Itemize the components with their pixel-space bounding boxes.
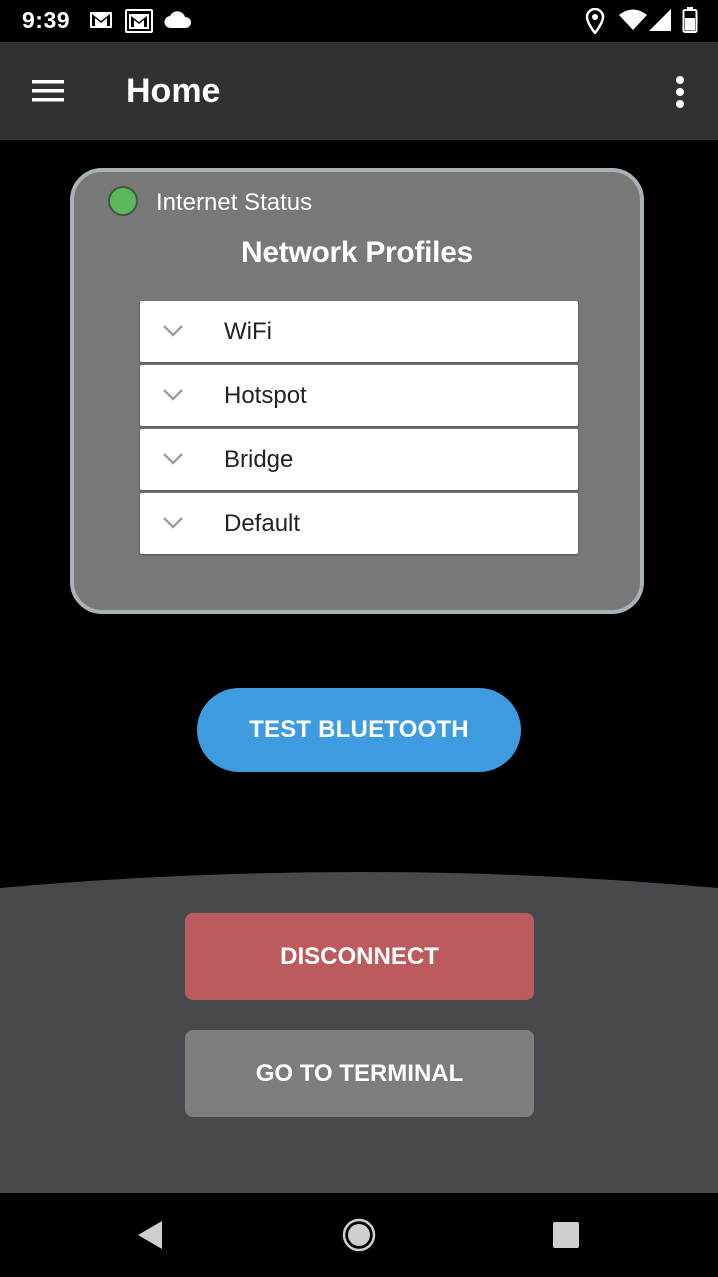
profile-list: WiFi Hotspot Bridge Default xyxy=(140,301,578,557)
chevron-down-icon xyxy=(163,389,183,401)
cloud-icon xyxy=(164,11,192,29)
recents-icon[interactable] xyxy=(552,1221,580,1249)
signal-icon xyxy=(649,9,671,31)
wifi-icon xyxy=(619,9,647,30)
battery-icon xyxy=(682,7,698,33)
chevron-down-icon xyxy=(163,453,183,465)
profile-item-bridge[interactable]: Bridge xyxy=(140,429,578,490)
home-icon[interactable] xyxy=(342,1218,376,1252)
gmail-icon xyxy=(125,9,153,33)
internet-status-indicator xyxy=(108,186,138,216)
profile-label: WiFi xyxy=(224,318,272,345)
status-time: 9:39 xyxy=(22,7,71,33)
chevron-down-icon xyxy=(163,517,183,529)
profile-item-default[interactable]: Default xyxy=(140,493,578,554)
card-title: Network Profiles xyxy=(241,236,473,269)
system-nav-bar xyxy=(0,1193,718,1277)
profile-label: Default xyxy=(224,510,301,537)
gmail-icon xyxy=(90,12,112,28)
profile-label: Hotspot xyxy=(224,382,307,409)
chevron-down-icon xyxy=(163,325,183,337)
more-vert-icon[interactable] xyxy=(668,72,692,112)
status-bar: 9:39 xyxy=(0,0,718,42)
page-title: Home xyxy=(126,72,221,110)
internet-status-label: Internet Status xyxy=(156,189,313,216)
test-bluetooth-button[interactable]: TEST BLUETOOTH xyxy=(197,688,521,772)
back-icon[interactable] xyxy=(136,1219,164,1251)
hamburger-menu-icon[interactable] xyxy=(30,77,66,105)
go-to-terminal-button[interactable]: GO TO TERMINAL xyxy=(185,1030,534,1117)
profile-item-hotspot[interactable]: Hotspot xyxy=(140,365,578,426)
location-icon xyxy=(585,8,605,34)
network-profiles-card: Internet Status Network Profiles WiFi Ho… xyxy=(70,168,644,614)
app-bar: Home xyxy=(0,42,718,140)
profile-item-wifi[interactable]: WiFi xyxy=(140,301,578,362)
profile-label: Bridge xyxy=(224,446,294,473)
disconnect-button[interactable]: DISCONNECT xyxy=(185,913,534,1000)
